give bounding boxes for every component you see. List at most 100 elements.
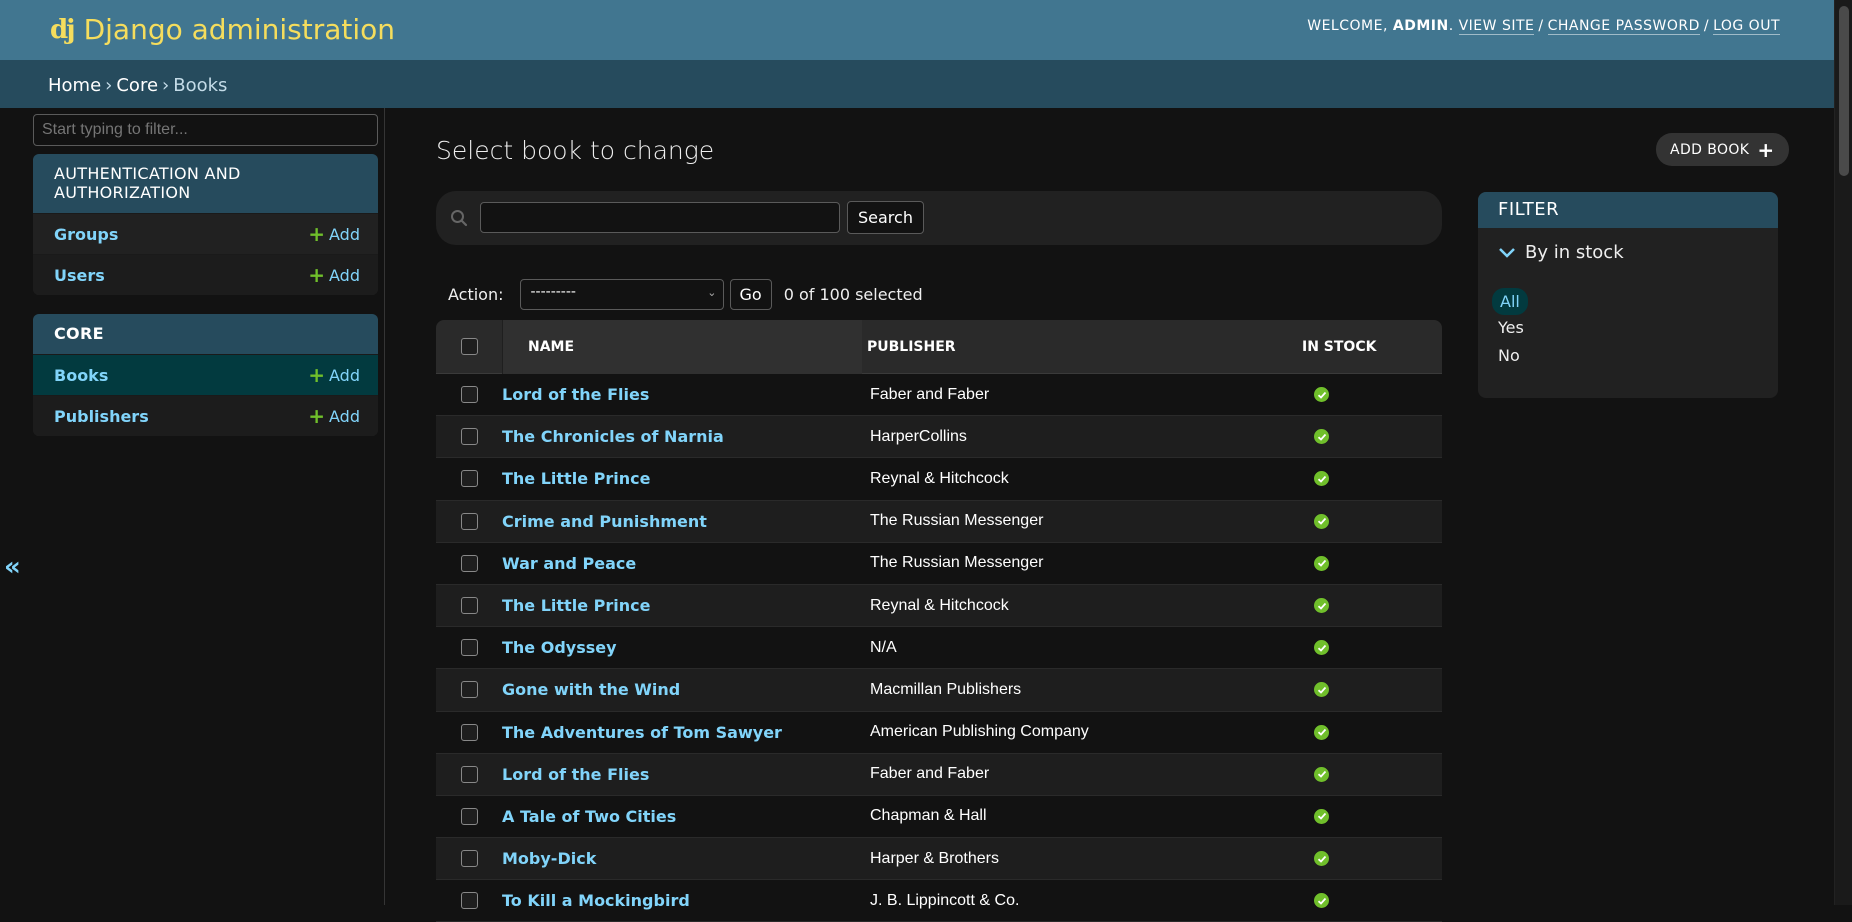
row-select-checkbox[interactable] (460, 639, 478, 657)
add-book-button[interactable]: Add book + (1656, 133, 1789, 166)
breadcrumb-core[interactable]: Core (116, 75, 158, 96)
site-branding[interactable]: dj Django administration (50, 8, 395, 52)
row-select-cell (436, 554, 502, 572)
module-core: Core Books + Add Publishers + Add (33, 314, 378, 436)
add-user-button[interactable]: + Add (308, 265, 360, 285)
row-select-checkbox[interactable] (460, 597, 478, 615)
in-stock-cell (1314, 387, 1442, 403)
row-select-checkbox[interactable] (460, 723, 478, 741)
filter-option-all[interactable]: All (1492, 288, 1528, 315)
book-name-link[interactable]: The Little Prince (502, 596, 870, 615)
search-icon (451, 210, 468, 227)
row-select-checkbox[interactable] (460, 386, 478, 404)
row-select-checkbox[interactable] (460, 807, 478, 825)
row-select-checkbox[interactable] (460, 512, 478, 530)
row-select-checkbox[interactable] (460, 892, 478, 910)
in-stock-cell (1314, 724, 1442, 740)
row-select-checkbox[interactable] (460, 681, 478, 699)
scrollbar-thumb[interactable] (1839, 6, 1849, 176)
column-header-publisher[interactable]: Publisher (862, 320, 1302, 374)
book-name-link[interactable]: To Kill a Mockingbird (502, 891, 870, 910)
book-publisher: American Publishing Company (870, 723, 1089, 741)
action-select[interactable]: --------- ⌄ (519, 278, 724, 310)
groups-link[interactable]: Groups (54, 225, 118, 244)
nav-filter-input[interactable] (33, 114, 378, 146)
add-publisher-button[interactable]: + Add (308, 406, 360, 426)
filter-option-yes[interactable]: Yes (1492, 316, 1530, 339)
book-name-link[interactable]: The Adventures of Tom Sawyer (502, 723, 870, 742)
welcome-text: Welcome, (1307, 18, 1388, 34)
book-publisher: HarperCollins (870, 427, 967, 445)
breadcrumb-home[interactable]: Home (48, 75, 101, 96)
book-publisher: Chapman & Hall (870, 807, 987, 825)
table-row: The Chronicles of Narnia HarperCollins (436, 416, 1442, 459)
book-name-link[interactable]: Gone with the Wind (502, 680, 870, 699)
search-input[interactable] (480, 202, 840, 233)
go-button[interactable]: Go (729, 278, 772, 310)
row-select-checkbox[interactable] (460, 470, 478, 488)
table-row: Lord of the Flies Faber and Faber (436, 374, 1442, 417)
table-row: War and Peace The Russian Messenger (436, 542, 1442, 585)
chevron-down-icon: ⌄ (707, 285, 717, 299)
add-label: Add (329, 265, 360, 285)
module-caption-label: Core (54, 324, 104, 343)
toggle-sidebar-button[interactable]: « (4, 552, 21, 582)
module-caption-core[interactable]: Core (33, 314, 378, 354)
in-stock-cell (1314, 555, 1442, 571)
add-label: Add (329, 224, 360, 244)
book-name-link[interactable]: Crime and Punishment (502, 512, 870, 531)
filter-group-label: By in stock (1525, 242, 1624, 263)
book-publisher: Macmillan Publishers (870, 680, 1022, 698)
action-label: Action: (448, 284, 504, 304)
yes-icon (1314, 598, 1329, 614)
book-name-link[interactable]: The Odyssey (502, 638, 870, 657)
sidebar-item-books: Books + Add (33, 354, 378, 395)
book-name-link[interactable]: Moby-Dick (502, 849, 870, 868)
change-password-link[interactable]: Change password (1547, 18, 1700, 35)
book-name-link[interactable]: Lord of the Flies (502, 385, 870, 404)
view-site-link[interactable]: View site (1458, 18, 1535, 35)
in-stock-cell (1314, 766, 1442, 782)
add-book-sidebar-button[interactable]: + Add (308, 365, 360, 385)
books-link[interactable]: Books (54, 366, 108, 385)
plus-icon: + (308, 263, 326, 287)
row-select-checkbox[interactable] (460, 765, 478, 783)
plus-icon: + (308, 363, 326, 387)
module-caption-label: Authentication and Authorization (54, 164, 241, 202)
book-name-link[interactable]: Lord of the Flies (502, 765, 870, 784)
in-stock-cell (1314, 893, 1442, 909)
row-select-checkbox[interactable] (460, 554, 478, 572)
book-name-link[interactable]: War and Peace (502, 554, 870, 573)
select-all-checkbox[interactable] (460, 338, 478, 355)
table-row: Gone with the Wind Macmillan Publishers (436, 669, 1442, 712)
book-name-link[interactable]: The Little Prince (502, 469, 870, 488)
book-name-link[interactable]: A Tale of Two Cities (502, 807, 870, 826)
in-stock-cell (1314, 598, 1442, 614)
row-select-cell (436, 597, 502, 615)
column-header-name[interactable]: Name (502, 320, 862, 374)
search-button[interactable]: Search (847, 201, 924, 234)
row-select-cell (436, 470, 502, 488)
log-out-link[interactable]: Log out (1713, 18, 1780, 35)
table-header: Name Publisher In stock (436, 320, 1442, 374)
row-select-checkbox[interactable] (460, 428, 478, 446)
publishers-link[interactable]: Publishers (54, 407, 149, 426)
row-select-cell (436, 386, 502, 404)
module-caption-auth[interactable]: Authentication and Authorization (33, 154, 378, 213)
table-row: The Odyssey N/A (436, 627, 1442, 670)
actions-bar: Action: --------- ⌄ Go 0 of 100 selected (448, 278, 923, 310)
book-name-link[interactable]: The Chronicles of Narnia (502, 427, 870, 446)
module-auth: Authentication and Authorization Groups … (33, 154, 378, 295)
add-group-button[interactable]: + Add (308, 224, 360, 244)
chevron-down-icon (1499, 247, 1515, 258)
users-link[interactable]: Users (54, 266, 105, 285)
in-stock-cell (1314, 682, 1442, 698)
page-scrollbar[interactable] (1834, 0, 1852, 905)
site-title[interactable]: Django administration (84, 8, 395, 52)
book-publisher: Harper & Brothers (870, 849, 999, 867)
row-select-checkbox[interactable] (460, 850, 478, 868)
filter-option-no[interactable]: No (1492, 344, 1526, 367)
breadcrumb-separator: › (162, 75, 170, 96)
filter-group-toggle[interactable]: By in stock (1498, 242, 1624, 263)
column-header-in-stock[interactable]: In stock (1302, 320, 1442, 374)
